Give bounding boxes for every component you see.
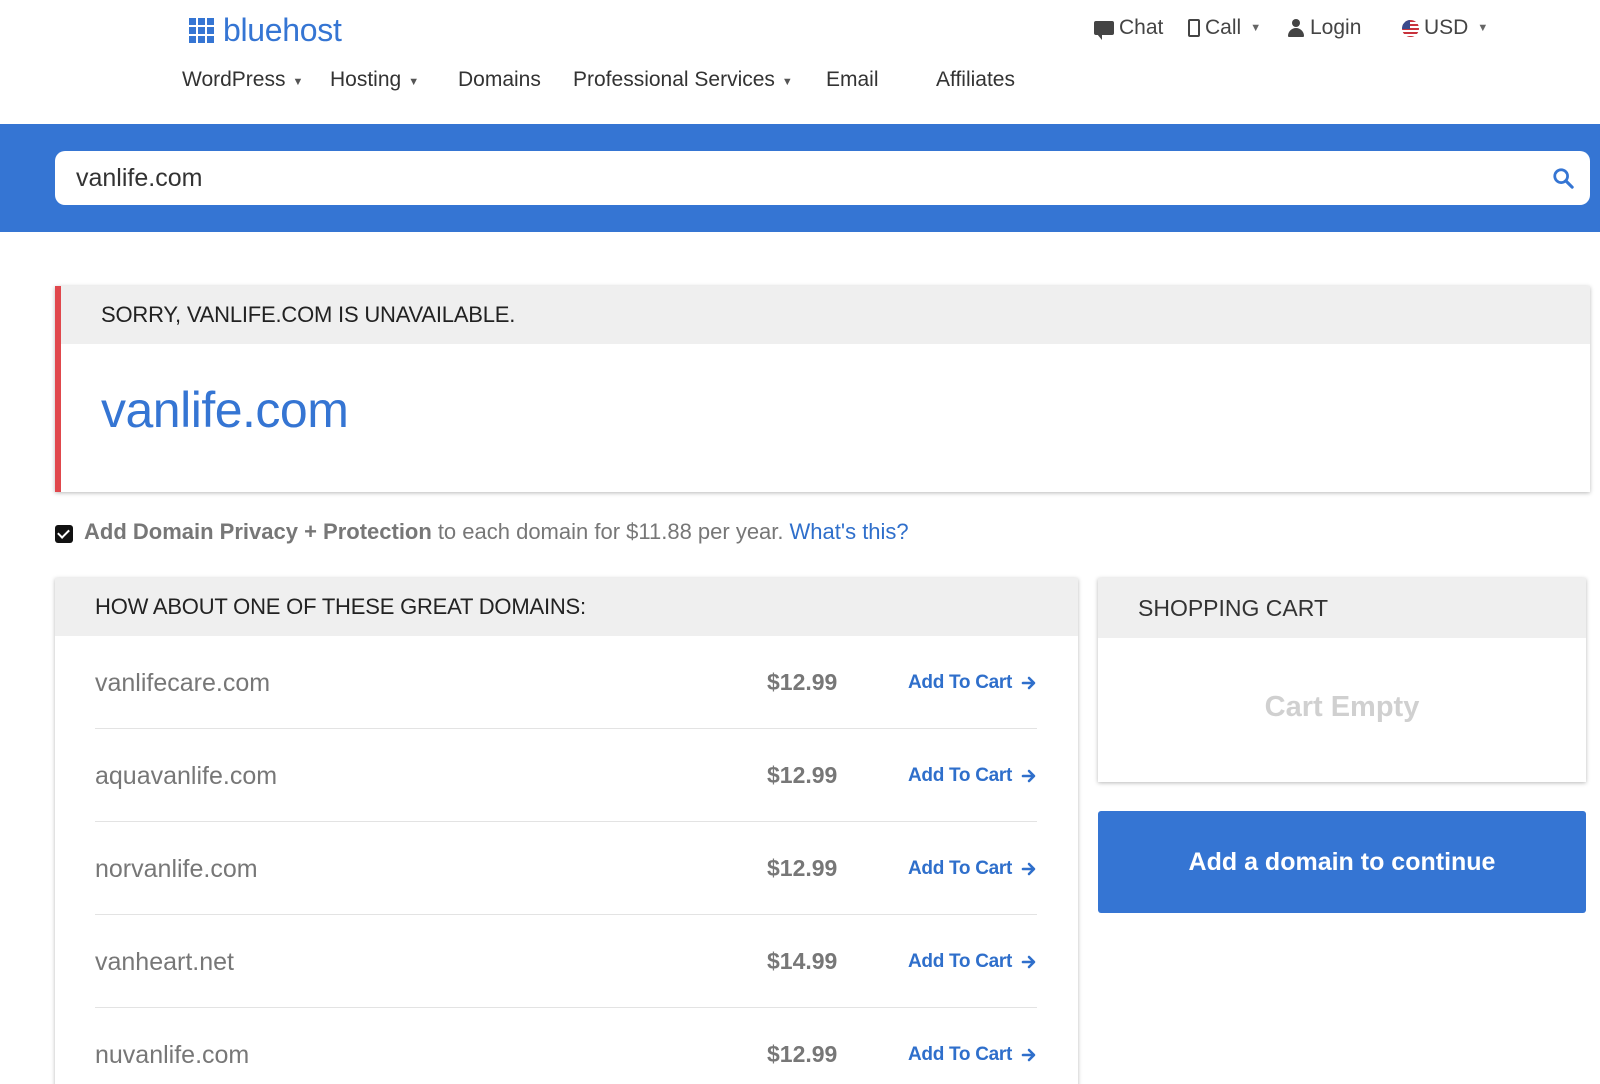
currency-label: USD [1424, 16, 1469, 39]
chevron-down-icon: ▼ [292, 75, 304, 88]
chevron-down-icon: ▼ [781, 75, 793, 88]
privacy-checkbox[interactable] [55, 525, 73, 543]
nav-label: WordPress [182, 68, 286, 91]
call-dropdown[interactable]: Call ▼ [1188, 16, 1261, 40]
whats-this-link[interactable]: What's this? [790, 519, 909, 545]
chat-link[interactable]: Chat [1094, 16, 1163, 40]
nav-label: Professional Services [573, 68, 775, 91]
login-link[interactable]: Login [1287, 16, 1361, 40]
suggestions-heading: HOW ABOUT ONE OF THESE GREAT DOMAINS: [55, 578, 1078, 636]
add-to-cart-button[interactable]: Add To Cart [908, 951, 1037, 973]
domain-search-box [55, 151, 1590, 205]
domain-price: $14.99 [767, 948, 838, 974]
domain-search-input[interactable] [55, 151, 1525, 205]
arrow-right-icon [1021, 1048, 1036, 1062]
list-item: vanheart.net $14.99 Add To Cart [95, 915, 1037, 1008]
domain-price: $12.99 [767, 669, 838, 695]
nav-label: Email [826, 68, 879, 91]
nav-label: Affiliates [936, 68, 1015, 91]
add-to-cart-label: Add To Cart [908, 1044, 1013, 1065]
add-to-cart-button[interactable]: Add To Cart [908, 765, 1037, 787]
unavailable-domain: vanlife.com [101, 382, 349, 438]
nav-item-professional-services[interactable]: Professional Services ▼ [573, 68, 793, 92]
suggested-domain: vanheart.net [95, 948, 234, 976]
phone-icon [1188, 19, 1200, 37]
chat-label: Chat [1119, 16, 1164, 39]
list-item: vanlifecare.com $12.99 Add To Cart [95, 636, 1037, 729]
nav-label: Domains [458, 68, 541, 91]
us-flag-icon [1402, 19, 1419, 37]
nav-item-domains[interactable]: Domains [458, 68, 541, 92]
chevron-down-icon: ▼ [1477, 22, 1489, 34]
site-header: bluehost Chat Call ▼ Login USD ▼ WordPre… [0, 0, 1600, 124]
add-to-cart-button[interactable]: Add To Cart [908, 1044, 1037, 1066]
main-nav: WordPress ▼ Hosting ▼ Domains Profession… [0, 68, 1600, 98]
chat-icon [1094, 21, 1114, 40]
unavailable-heading: SORRY, VANLIFE.COM IS UNAVAILABLE. [61, 286, 1590, 344]
add-to-cart-label: Add To Cart [908, 951, 1013, 972]
continue-button[interactable]: Add a domain to continue [1098, 811, 1586, 913]
domain-price: $12.99 [767, 1041, 838, 1067]
currency-dropdown[interactable]: USD ▼ [1402, 16, 1488, 40]
add-to-cart-label: Add To Cart [908, 765, 1013, 786]
privacy-title: Add Domain Privacy + Protection [84, 519, 432, 544]
chevron-down-icon: ▼ [408, 75, 420, 88]
arrow-right-icon [1021, 862, 1036, 876]
nav-item-hosting[interactable]: Hosting ▼ [330, 68, 419, 92]
nav-label: Hosting [330, 68, 402, 91]
list-item: aquavanlife.com $12.99 Add To Cart [95, 729, 1037, 822]
chevron-down-icon: ▼ [1250, 22, 1262, 34]
add-to-cart-label: Add To Cart [908, 858, 1013, 879]
add-to-cart-button[interactable]: Add To Cart [908, 858, 1037, 880]
suggested-domain: vanlifecare.com [95, 669, 271, 697]
domain-price: $12.99 [767, 855, 838, 881]
nav-item-wordpress[interactable]: WordPress ▼ [182, 68, 303, 92]
arrow-right-icon [1021, 955, 1036, 969]
list-item: nuvanlife.com $12.99 Add To Cart [95, 1008, 1037, 1084]
user-icon [1287, 19, 1305, 37]
cart-heading: SHOPPING CART [1098, 578, 1586, 638]
privacy-text: to each domain for $11.88 per year. [437, 519, 784, 544]
call-label: Call [1205, 16, 1242, 39]
search-band [0, 124, 1600, 232]
search-icon[interactable] [1552, 167, 1574, 189]
list-item: norvanlife.com $12.99 Add To Cart [95, 822, 1037, 915]
nav-item-email[interactable]: Email [826, 68, 879, 92]
unavailable-notice: SORRY, VANLIFE.COM IS UNAVAILABLE. vanli… [55, 286, 1590, 492]
add-to-cart-button[interactable]: Add To Cart [908, 672, 1037, 694]
domain-suggestions: HOW ABOUT ONE OF THESE GREAT DOMAINS: va… [55, 578, 1078, 1084]
login-label: Login [1310, 16, 1362, 39]
suggested-domain: norvanlife.com [95, 855, 258, 883]
nav-item-affiliates[interactable]: Affiliates [936, 68, 1015, 92]
suggested-domain: nuvanlife.com [95, 1041, 250, 1069]
shopping-cart: SHOPPING CART Cart Empty [1098, 578, 1586, 782]
arrow-right-icon [1021, 769, 1036, 783]
utility-nav: Chat Call ▼ Login USD ▼ [0, 16, 1600, 46]
cart-empty-text: Cart Empty [1264, 691, 1420, 723]
arrow-right-icon [1021, 676, 1036, 690]
domain-price: $12.99 [767, 762, 838, 788]
add-to-cart-label: Add To Cart [908, 672, 1013, 693]
suggested-domain: aquavanlife.com [95, 762, 278, 790]
privacy-option: Add Domain Privacy + Protection to each … [55, 519, 909, 545]
